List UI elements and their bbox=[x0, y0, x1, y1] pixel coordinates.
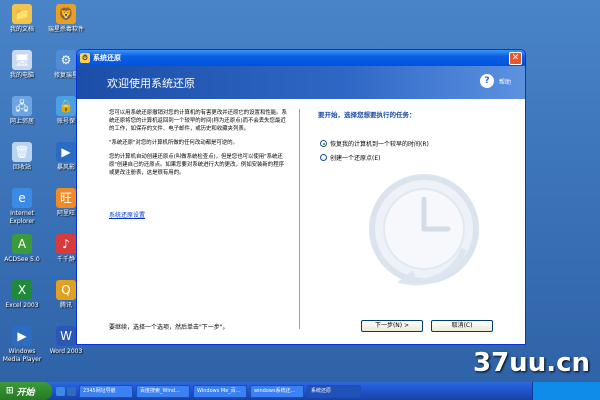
desktop-app-icon[interactable]: A bbox=[12, 234, 32, 254]
system-restore-window: ⏱ 系统还原 ✕ 欢迎使用系统还原 ? 帮助 您可以用系统还原撤销对您的计算机的… bbox=[76, 49, 526, 345]
task-panel: 要开始，选择您想要执行的任务： 恢复我的计算机到一个较早的时间(R) 创建一个还… bbox=[300, 99, 525, 344]
title-bar[interactable]: ⏱ 系统还原 ✕ bbox=[77, 50, 525, 66]
watermark: 37uu.cn bbox=[473, 348, 590, 378]
desktop-app-icon[interactable]: 🖥 bbox=[12, 50, 32, 70]
desktop-app-icon[interactable]: ⚙ bbox=[56, 50, 76, 70]
taskbar-button[interactable]: 百度搜索_Wind... bbox=[136, 384, 190, 398]
next-button[interactable]: 下一步(N) > bbox=[361, 320, 423, 332]
window-title: 系统还原 bbox=[93, 54, 121, 62]
start-label[interactable]: 开始 bbox=[17, 385, 35, 398]
footer-note: 要继续，选择一个选项，然后单击"下一步"。 bbox=[109, 324, 229, 331]
intro-paragraph: 您的计算机自动创建还原点(叫做系统检查点)，但是您也可以使用"系统还原"创建自己… bbox=[109, 154, 284, 176]
help-label[interactable]: 帮助 bbox=[499, 77, 511, 86]
desktop-icon-label[interactable]: 瑞星杀毒软件 bbox=[40, 26, 92, 34]
desktop-app-icon[interactable]: e bbox=[12, 188, 32, 208]
settings-link[interactable]: 系统还原设置 bbox=[109, 210, 145, 219]
taskbar-button[interactable]: 系统还原 bbox=[307, 384, 361, 398]
wizard-header: 欢迎使用系统还原 ? 帮助 bbox=[77, 66, 525, 99]
radio-restore[interactable] bbox=[320, 140, 327, 147]
option-restore[interactable]: 恢复我的计算机到一个较早的时间(R) bbox=[320, 139, 429, 148]
media-quicklaunch-icon[interactable] bbox=[67, 386, 76, 396]
system-restore-icon: ⏱ bbox=[80, 53, 90, 63]
quick-launch bbox=[56, 386, 76, 396]
task-prompt: 要开始，选择您想要执行的任务： bbox=[318, 111, 416, 119]
intro-panel: 您可以用系统还原撤销对您的计算机的有害更改并还原它的设置和性能。系统还原将您的计… bbox=[77, 99, 299, 344]
desktop-app-icon[interactable]: 🦁 bbox=[56, 4, 76, 24]
clock-watermark-icon bbox=[369, 174, 479, 286]
desktop-app-icon[interactable]: 🗑 bbox=[12, 142, 32, 162]
taskbar-button[interactable]: Windows Me_百... bbox=[193, 384, 247, 398]
desktop-icon[interactable]: 🦁 瑞星杀毒软件 bbox=[40, 4, 92, 34]
taskbar: ⊞ 开始 2345网址导航 百度搜索_Wind... Windows Me_百...… bbox=[0, 382, 600, 400]
taskbar-button[interactable]: 2345网址导航 bbox=[79, 384, 133, 398]
help-icon[interactable]: ? bbox=[479, 74, 494, 88]
intro-paragraph: 您可以用系统还原撤销对您的计算机的有害更改并还原它的设置和性能。系统还原将您的计… bbox=[109, 110, 287, 132]
system-tray bbox=[532, 382, 600, 400]
desktop-app-icon[interactable]: ♪ bbox=[56, 234, 76, 254]
desktop-app-icon[interactable]: X bbox=[12, 280, 32, 300]
intro-paragraph: "系统还原"对您的计算机所做的任何改动都是可逆的。 bbox=[109, 140, 238, 146]
desktop-app-icon[interactable]: W bbox=[56, 326, 76, 346]
close-button[interactable]: ✕ bbox=[509, 51, 522, 65]
ie-quicklaunch-icon[interactable] bbox=[56, 386, 65, 396]
page-title: 欢迎使用系统还原 bbox=[107, 76, 195, 90]
desktop-app-icon[interactable]: 🖧 bbox=[12, 96, 32, 116]
desktop-app-icon[interactable]: 旺 bbox=[56, 188, 76, 208]
desktop-app-icon[interactable]: 🔒 bbox=[56, 96, 76, 116]
cancel-button[interactable]: 取消(C) bbox=[431, 320, 493, 332]
desktop-app-icon[interactable]: ▶ bbox=[12, 326, 32, 346]
start-button[interactable]: ⊞ 开始 bbox=[0, 382, 52, 400]
watermark-secondary: 十巴兔 bbox=[487, 331, 520, 344]
windows-logo-icon: ⊞ bbox=[6, 386, 14, 396]
taskbar-button[interactable]: windows系统还... bbox=[250, 384, 304, 398]
task-buttons: 2345网址导航 百度搜索_Wind... Windows Me_百... windo… bbox=[76, 384, 361, 398]
option-create-point[interactable]: 创建一个还原点(E) bbox=[320, 153, 380, 162]
desktop-app-icon[interactable]: ▶ bbox=[56, 142, 76, 162]
wizard-body: 您可以用系统还原撤销对您的计算机的有害更改并还原它的设置和性能。系统还原将您的计… bbox=[77, 99, 525, 344]
desktop-icon-label[interactable]: Word 2003 bbox=[40, 348, 92, 356]
radio-create-point[interactable] bbox=[320, 154, 327, 161]
help-area[interactable]: ? 帮助 bbox=[479, 74, 511, 88]
option-create-point-label[interactable]: 创建一个还原点(E) bbox=[330, 153, 380, 162]
desktop-app-icon[interactable]: Q bbox=[56, 280, 76, 300]
desktop-app-icon[interactable]: 📁 bbox=[12, 4, 32, 24]
option-restore-label[interactable]: 恢复我的计算机到一个较早的时间(R) bbox=[330, 139, 429, 148]
